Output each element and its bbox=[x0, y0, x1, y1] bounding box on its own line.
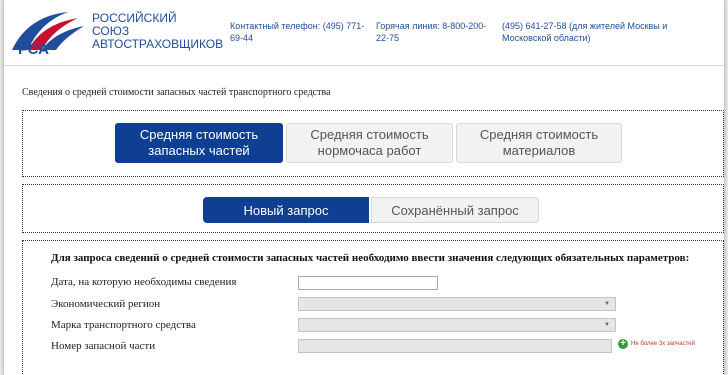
plus-circle-icon[interactable]: + bbox=[618, 339, 628, 349]
tab-new-request[interactable]: Новый запрос bbox=[203, 197, 369, 223]
org-name: Российский Союз Автостраховщиков bbox=[92, 12, 224, 51]
part-limit-note: Не более 3х запчастей bbox=[631, 341, 695, 347]
form-heading: Для запроса сведений о средней стоимости… bbox=[51, 252, 690, 264]
tab-saved-request[interactable]: Сохранённый запрос bbox=[371, 197, 539, 223]
region-label: Экономический регион bbox=[51, 298, 161, 310]
request-tabs-panel: Новый запрос Сохранённый запрос bbox=[22, 184, 724, 233]
category-tabs-panel: Средняя стоимость запасных частей Средня… bbox=[22, 110, 724, 177]
date-input[interactable] bbox=[298, 276, 438, 290]
moscow-phone: (495) 641-27-58 (для жителей Москвы и Мо… bbox=[502, 21, 668, 43]
brand-select[interactable]: ▼ bbox=[298, 318, 616, 332]
tab-parts-cost[interactable]: Средняя стоимость запасных частей bbox=[115, 123, 283, 163]
page-title: Сведения о средней стоимости запасных ча… bbox=[22, 87, 331, 98]
region-select[interactable]: ▼ bbox=[298, 297, 616, 311]
brand-label: Марка транспортного средства bbox=[51, 319, 196, 331]
tab-labor-hour-cost[interactable]: Средняя стоимость нормочаса работ bbox=[286, 123, 453, 163]
rsa-logo[interactable]: РСА bbox=[8, 10, 86, 56]
site-header: РСА Российский Союз Автостраховщиков Кон… bbox=[4, 0, 724, 66]
tab-materials-cost[interactable]: Средняя стоимость материалов bbox=[456, 123, 622, 163]
page: РСА Российский Союз Автостраховщиков Кон… bbox=[4, 0, 724, 375]
chevron-down-icon: ▼ bbox=[604, 322, 610, 328]
request-form-panel: Для запроса сведений о средней стоимости… bbox=[22, 240, 724, 375]
logo-text: РСА bbox=[18, 41, 49, 56]
part-number-input[interactable] bbox=[298, 339, 612, 353]
part-number-label: Номер запасной части bbox=[51, 340, 156, 352]
contact-phone: Контактный телефон: (495) 771-69-44 bbox=[230, 21, 365, 43]
hotline-phone: Горячая линия: 8-800-200-22-75 bbox=[376, 21, 487, 43]
org-name-line: Автостраховщиков bbox=[92, 37, 224, 51]
chevron-down-icon: ▼ bbox=[604, 301, 610, 307]
date-label: Дата, на которую необходимы сведения bbox=[51, 276, 237, 288]
